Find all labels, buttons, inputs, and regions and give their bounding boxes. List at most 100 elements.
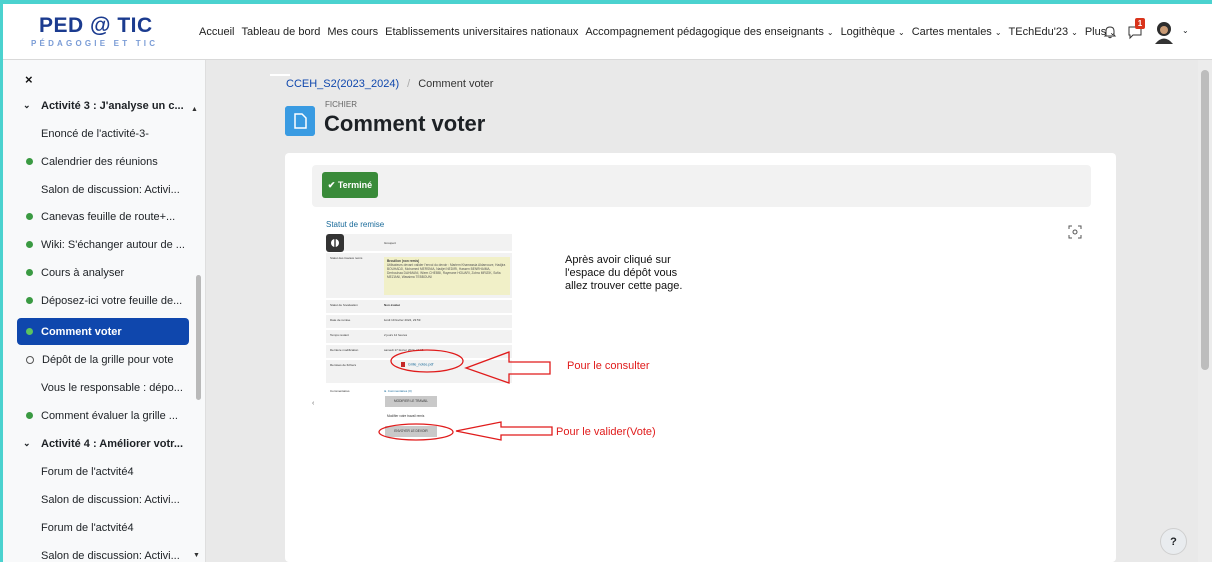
sidebar-item[interactable]: Comment évaluer la grille ... [17,402,189,429]
main-menu: Accueil Tableau de bord Mes cours Etablisse… [199,4,1123,60]
sidebar-item-label: Salon de discussion: Activi... [41,493,180,506]
annotation-intro: Après avoir cliqué sur l'espace du dépôt… [565,254,683,292]
nav-link[interactable]: Accompagnement pédagogique des enseignan… [585,26,833,38]
nav-link-label: Accueil [199,26,235,38]
nav-link-label: TEchEdu'23 [1008,26,1069,38]
sidebar-item-label: Déposez-ici votre feuille de... [41,294,183,307]
image-title: Statut de remise [326,220,385,229]
sidebar-section[interactable]: ⌄ Activité 4 : Améliorer votr... [17,430,189,457]
sidebar-item[interactable]: Wiki: S'échanger autour de ... [17,231,189,258]
user-avatar[interactable] [1153,20,1175,44]
sidebar-item-label: Comment voter [41,325,122,338]
chevron-down-icon: ⌄ [826,28,834,37]
sidebar-item[interactable]: Salon de discussion: Activi... [17,542,189,562]
logo-subtitle: PÉDAGOGIE ET TIC [31,39,159,48]
sidebar-item[interactable]: Canevas feuille de route+... [17,203,189,230]
nav-link-label: Logithèque [840,26,896,38]
validate-highlight-ellipse [378,423,454,441]
done-button[interactable]: ✔ Terminé [322,172,378,198]
nav-link[interactable]: TEchEdu'23 ⌄ [1009,26,1078,38]
nav-link[interactable]: Tableau de bord [241,26,320,38]
group-icon [326,234,344,252]
scroll-up-arrow[interactable]: ▲ [191,106,198,113]
sidebar-item-label: Activité 4 : Améliorer votr... [41,437,184,450]
page-scrollbar-thumb[interactable] [1201,70,1209,370]
nav-link[interactable]: Accueil [199,26,234,38]
activity-completion-bar [312,165,1091,207]
sidebar-item-label: Canevas feuille de route+... [41,210,176,223]
page-title: Comment voter [324,111,486,136]
image-row: Date de remise lundi 19 février 2024, 23:… [326,315,512,329]
activity-type-label: FICHIER [325,100,357,109]
sidebar-item-label: Wiki: S'échanger autour de ... [41,238,185,251]
sidebar-item-label: Cours à analyser [41,266,125,279]
chevron-down-icon: ⌄ [1071,28,1078,37]
breadcrumb: CCEH_S2(2023_2024) / Comment voter [286,78,494,90]
completed-dot-icon [26,241,33,248]
sidebar-item[interactable]: Vous le responsable : dépo... [17,374,189,401]
sidebar-item-label: Salon de discussion: Activi... [41,549,180,562]
top-navbar: PED @ TIC PÉDAGOGIE ET TIC Accueil Tablea… [3,4,1212,60]
annotation-validate: Pour le valider(Vote) [556,426,656,438]
help-button[interactable]: ? [1160,528,1187,555]
sidebar-item[interactable]: Déposez-ici votre feuille de... [17,287,189,314]
divider [270,74,290,76]
sidebar-item[interactable]: Forum de l'actvité4 [17,514,189,541]
nav-link-label: Tableau de bord [241,26,321,38]
completed-dot-icon [26,412,33,419]
breadcrumb-current: Comment voter [418,78,494,90]
nav-link-label: Cartes mentales [911,26,992,38]
completed-dot-icon [26,269,33,276]
user-tools: 1 ⌄ [1103,18,1203,46]
validate-arrow-icon [455,421,553,441]
sidebar-item[interactable]: Cours à analyser [17,259,189,286]
chevron-down-icon[interactable]: ⌄ [1182,26,1189,35]
site-logo[interactable]: PED @ TIC PÉDAGOGIE ET TIC [31,14,181,54]
nav-link[interactable]: Etablissements universitaires nationaux [385,26,578,38]
chevron-down-icon: ⌄ [898,28,905,37]
sidebar-scrollbar-thumb[interactable] [196,275,201,400]
nav-link[interactable]: Mes cours [327,26,378,38]
sidebar-item[interactable]: Comment voter [17,318,189,345]
sidebar-item-label: Salon de discussion: Activi... [41,183,180,196]
completed-dot-icon [26,328,33,335]
sidebar-item-label: Forum de l'actvité4 [41,521,134,534]
consult-arrow-icon [464,351,551,384]
logo-title: PED @ TIC [39,14,153,37]
sidebar-item-label: Enoncé de l'activité-3- [41,127,149,140]
sidebar-item-label: Comment évaluer la grille ... [41,409,178,422]
completed-dot-icon [26,297,33,304]
chevron-left-icon: ‹ [312,400,315,407]
course-index-drawer: × ▲ ⌄ Activité 3 : J'analyse un c... Enonc… [3,60,206,562]
sidebar-item[interactable]: Calendrier des réunions [17,148,189,175]
notification-badge: 1 [1135,18,1145,29]
nav-link[interactable]: Cartes mentales ⌄ [912,26,1002,38]
completed-dot-icon [26,158,33,165]
close-icon[interactable]: × [25,72,33,87]
sidebar-item-label: Activité 3 : J'analyse un c... [41,99,184,112]
nav-link-label: Etablissements universitaires nationaux [385,26,579,38]
completed-dot-icon [26,213,33,220]
breadcrumb-course-link[interactable]: CCEH_S2(2023_2024) [286,78,399,90]
sidebar-item[interactable]: Forum de l'actvité4 [17,458,189,485]
image-row: Statut de l'évaluation Non évalué [326,300,512,314]
sidebar-item[interactable]: Enoncé de l'activité-3- [17,120,189,147]
incomplete-circle-icon [26,355,34,364]
scroll-down-arrow[interactable]: ▼ [193,552,200,559]
sidebar-section[interactable]: ⌄ Activité 3 : J'analyse un c... [17,92,189,119]
nav-link-label: Accompagnement pédagogique des enseignan… [585,26,824,38]
sidebar-item[interactable]: Salon de discussion: Activi... [17,486,189,513]
chevron-down-icon: ⌄ [994,28,1002,37]
bell-icon[interactable] [1103,25,1117,39]
sidebar-item-label: Calendrier des réunions [41,155,158,168]
image-header-row: Groupe4 [326,234,512,252]
fullscreen-icon[interactable] [1068,225,1082,239]
sidebar-item[interactable]: Salon de discussion: Activi... [17,176,189,203]
nav-link-label: Mes cours [327,26,379,38]
nav-link[interactable]: Logithèque ⌄ [841,26,905,38]
image-highlight-text: Brouillon (non remis) Utilisateurs devant… [387,259,506,279]
chevron-down-icon: ⌄ [23,438,31,448]
sidebar-item-label: Forum de l'actvité4 [41,465,134,478]
image-row: Statut des travaux remis Brouillon (non … [326,253,512,299]
sidebar-item[interactable]: Dépôt de la grille pour vote [17,346,189,373]
